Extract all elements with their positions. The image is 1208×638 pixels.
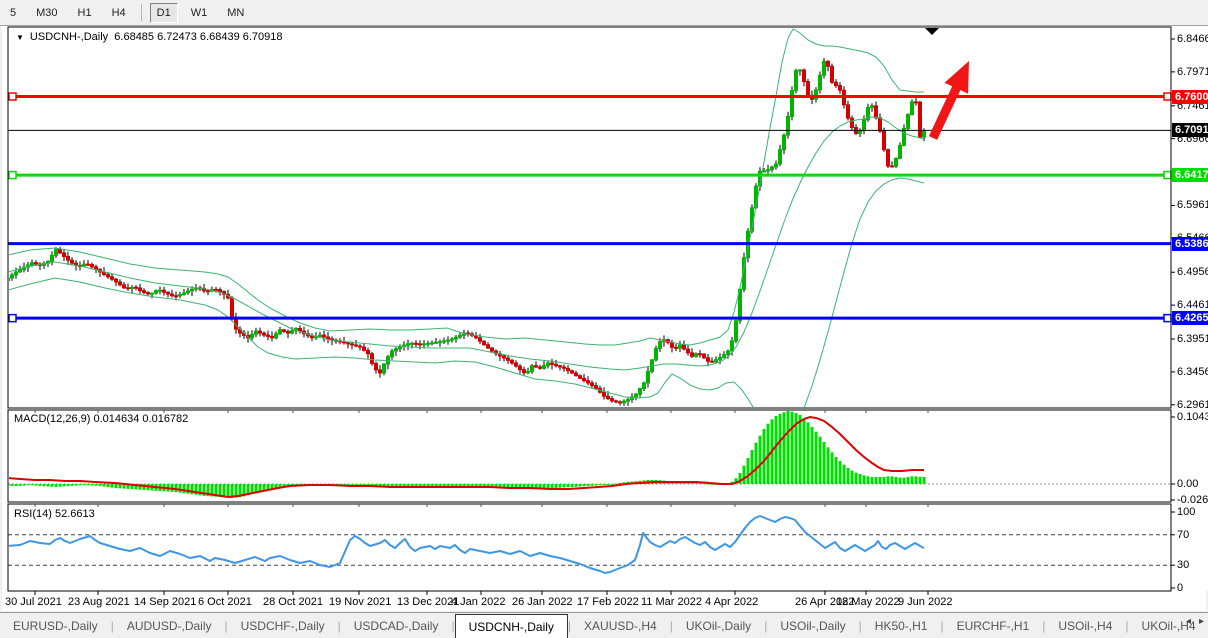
macd-indicator-label: MACD(12,26,9) 0.014634 0.016782 — [14, 413, 188, 425]
price-tick-label: 6.79710 — [1177, 66, 1207, 78]
date-label: 14 Sep 2021 — [134, 596, 196, 608]
hline-anchor[interactable] — [9, 93, 16, 100]
hline-anchor[interactable] — [9, 315, 16, 322]
chart-symbol-period: USDCNH-,Daily — [30, 31, 108, 43]
symbol-tab-usoil-h4[interactable]: USOil-,H4 — [1045, 613, 1125, 638]
symbol-tab-eurusd-daily[interactable]: EURUSD-,Daily — [0, 613, 111, 638]
price-tick-label: 6.49560 — [1177, 266, 1207, 278]
symbol-tab-bar: EURUSD-,Daily|AUDUSD-,Daily|USDCHF-,Dail… — [0, 612, 1208, 638]
date-label: 6 Oct 2021 — [198, 596, 252, 608]
date-label: 17 Feb 2022 — [577, 596, 639, 608]
price-tick-label: 6.34560 — [1177, 366, 1207, 378]
symbol-tab-usoil-daily[interactable]: USOil-,Daily — [767, 613, 858, 638]
hline-anchor[interactable] — [1164, 93, 1171, 100]
tab-scroll-right-button[interactable]: ▸ — [1199, 616, 1204, 627]
date-label: 23 Aug 2021 — [68, 596, 130, 608]
hline-anchor[interactable] — [9, 172, 16, 179]
date-label: 30 Jul 2021 — [5, 596, 62, 608]
date-label: 19 Nov 2021 — [329, 596, 391, 608]
date-label: 28 Oct 2021 — [263, 596, 323, 608]
tab-scroll-left-button[interactable]: ◂ — [1186, 616, 1191, 627]
rsi-tick-label: 0 — [1177, 582, 1207, 594]
symbol-tab-xauusd-h4[interactable]: XAUUSD-,H4 — [571, 613, 670, 638]
date-label: 4 Jan 2022 — [451, 596, 505, 608]
date-label: 4 Apr 2022 — [705, 596, 758, 608]
chart-canvas[interactable] — [0, 0, 1208, 638]
price-badge: 6.76002 — [1172, 90, 1208, 104]
rsi-indicator-label: RSI(14) 52.6613 — [14, 508, 95, 520]
price-badge: 6.64178 — [1172, 168, 1208, 182]
symbol-tab-eurchf-h1[interactable]: EURCHF-,H1 — [944, 613, 1043, 638]
price-tick-label: 6.39510 — [1177, 333, 1207, 345]
price-tick-label: 6.59610 — [1177, 199, 1207, 211]
price-badge: 6.70918 — [1172, 123, 1208, 137]
chart-ohlc-values: 6.68485 6.72473 6.68439 6.70918 — [114, 31, 282, 43]
symbol-tab-ukoil-daily[interactable]: UKOil-,Daily — [673, 613, 764, 638]
price-badge: 6.42652 — [1172, 311, 1208, 325]
price-tick-label: 6.44610 — [1177, 299, 1207, 311]
rsi-tick-label: 30 — [1177, 559, 1207, 571]
date-label: 11 Mar 2022 — [641, 596, 702, 608]
date-label: 26 Jan 2022 — [512, 596, 573, 608]
price-tick-label: 6.84660 — [1177, 33, 1207, 45]
date-label: 18 May 2022 — [836, 596, 900, 608]
price-badge: 6.53869 — [1172, 237, 1208, 251]
symbol-tab-usdcad-daily[interactable]: USDCAD-,Daily — [341, 613, 452, 638]
macd-tick-label: 0.00 — [1177, 478, 1207, 490]
macd-tick-label: -0.02624 — [1177, 494, 1207, 506]
tab-scroll-buttons: ◂▸ — [1186, 616, 1204, 627]
hline-anchor[interactable] — [1164, 172, 1171, 179]
symbol-tab-usdcnh-daily[interactable]: USDCNH-,Daily — [455, 614, 568, 638]
chart-title: ▼ USDCNH-,Daily 6.68485 6.72473 6.68439 6… — [16, 31, 283, 43]
symbol-tab-audusd-daily[interactable]: AUDUSD-,Daily — [114, 613, 225, 638]
symbol-tab-usdchf-daily[interactable]: USDCHF-,Daily — [228, 613, 338, 638]
rsi-tick-label: 70 — [1177, 529, 1207, 541]
macd-tick-label: 0.104313 — [1177, 411, 1207, 423]
hline-anchor[interactable] — [1164, 315, 1171, 322]
symbol-tab-hk50-h1[interactable]: HK50-,H1 — [862, 613, 941, 638]
date-label: 9 Jun 2022 — [898, 596, 952, 608]
price-tick-label: 6.29610 — [1177, 399, 1207, 411]
collapse-arrow-icon[interactable]: ▼ — [16, 33, 24, 42]
rsi-tick-label: 100 — [1177, 506, 1207, 518]
